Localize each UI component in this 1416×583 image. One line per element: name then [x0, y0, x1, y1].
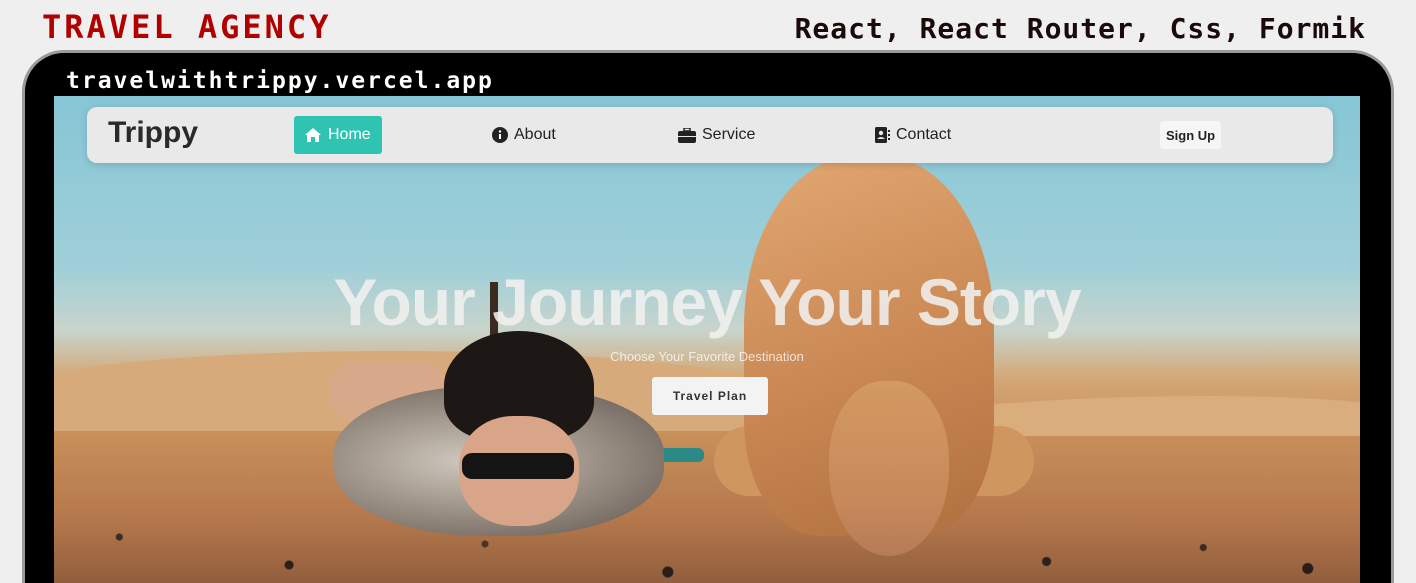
- sign-up-button[interactable]: Sign Up: [1160, 121, 1222, 149]
- briefcase-icon: [678, 127, 696, 143]
- tech-stack-title: React, React Router, Css, Formik: [794, 12, 1366, 45]
- hero-subtitle: Choose Your Favorite Destination: [610, 349, 804, 364]
- url-bar[interactable]: travelwithtrippy.vercel.app: [54, 68, 1360, 96]
- house-icon: [304, 127, 322, 143]
- pebbles: [54, 516, 1360, 583]
- website-screen: Trippy Home About Service Contact Sign U…: [54, 96, 1360, 583]
- nav-service[interactable]: Service: [668, 116, 765, 154]
- travel-plan-button[interactable]: Travel Plan: [652, 377, 768, 415]
- camel-head: [829, 381, 949, 556]
- brand-logo[interactable]: Trippy: [108, 116, 198, 150]
- travel-agency-title: TRAVEL AGENCY: [42, 8, 332, 46]
- nav-home[interactable]: Home: [294, 116, 382, 154]
- navbar: Trippy Home About Service Contact Sign U…: [87, 107, 1333, 163]
- nav-service-label: Service: [702, 126, 756, 143]
- address-book-icon: [874, 127, 890, 143]
- nav-home-label: Home: [328, 126, 371, 143]
- nav-about-label: About: [514, 126, 556, 143]
- sunglasses: [462, 453, 574, 479]
- info-circle-icon: [492, 127, 508, 143]
- nav-about[interactable]: About: [482, 116, 566, 154]
- nav-contact[interactable]: Contact: [864, 116, 961, 154]
- nav-contact-label: Contact: [896, 126, 952, 143]
- url-text: travelwithtrippy.vercel.app: [66, 68, 494, 94]
- hero-title: Your Journey Your Story: [333, 265, 1081, 339]
